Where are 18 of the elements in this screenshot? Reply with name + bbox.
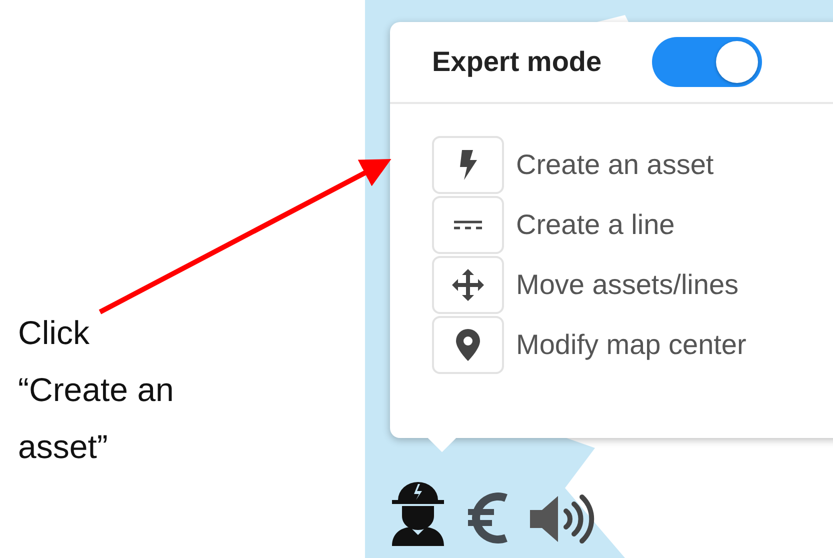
lightning-icon (457, 150, 479, 180)
tool-label: Create a line (516, 209, 675, 241)
move-icon (452, 269, 484, 301)
tool-button[interactable] (432, 316, 504, 374)
tool-label: Modify map center (516, 329, 746, 361)
worker-icon (390, 480, 446, 546)
speaker-icon (530, 492, 596, 546)
euro-icon (468, 490, 508, 546)
tool-button[interactable] (432, 196, 504, 254)
instruction-text: Click “Create an asset” (18, 313, 175, 467)
tool-button[interactable] (432, 136, 504, 194)
tool-label: Create an asset (516, 149, 714, 181)
tool-label: Move assets/lines (516, 269, 739, 301)
tool-button[interactable] (432, 256, 504, 314)
expert-mode-toggle[interactable] (652, 37, 762, 87)
panel-title: Expert mode (432, 46, 602, 78)
map-pin-icon (456, 329, 480, 361)
dashed-line-icon (454, 220, 482, 230)
